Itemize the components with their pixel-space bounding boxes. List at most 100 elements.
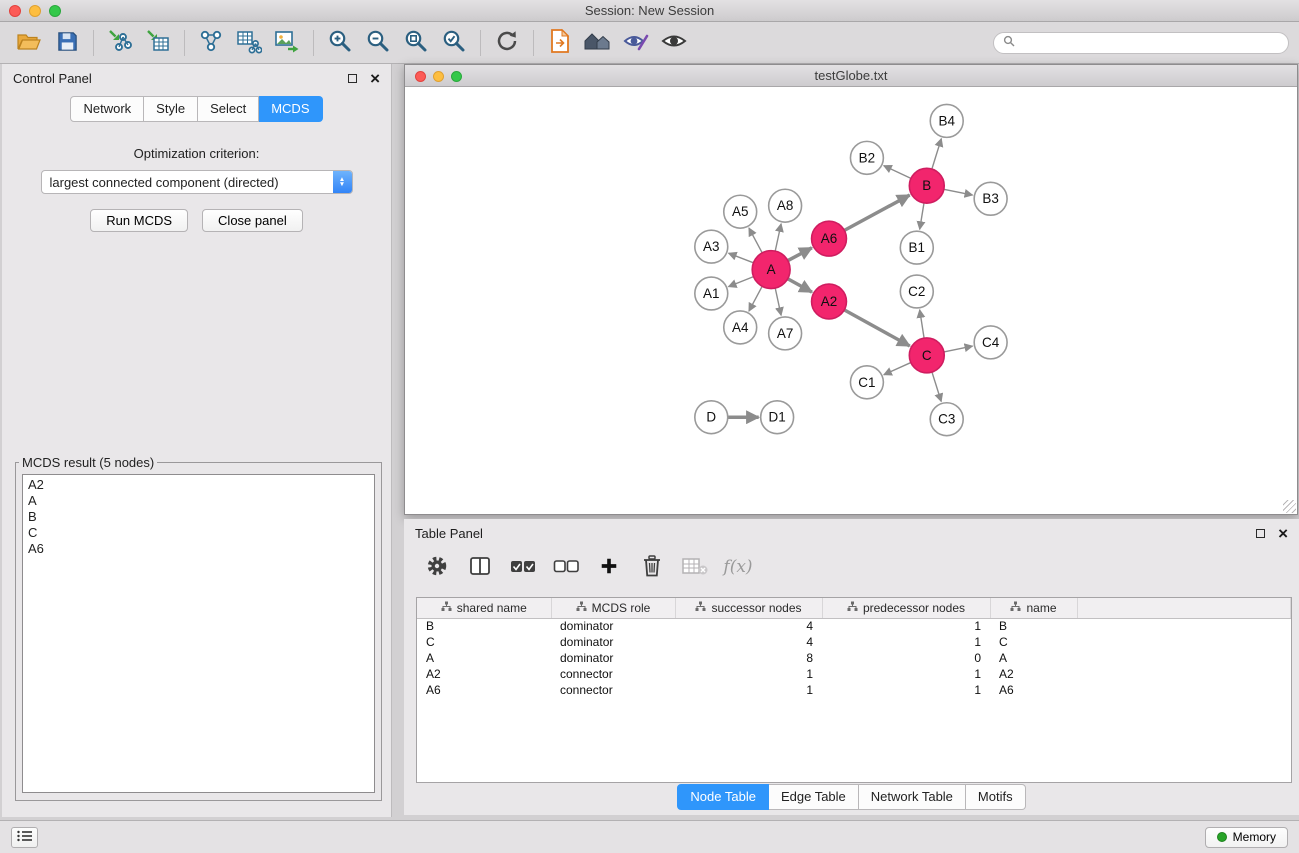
close-table-panel-icon[interactable]: ×: [1278, 525, 1288, 542]
criterion-dropdown[interactable]: largest connected component (directed) ▲…: [41, 170, 353, 194]
zoom-selected-button[interactable]: [435, 26, 473, 60]
result-item[interactable]: A6: [23, 541, 374, 557]
cell-predecessor-nodes[interactable]: 0: [822, 650, 990, 666]
node-A8[interactable]: A8: [769, 189, 802, 222]
node-C1[interactable]: C1: [850, 366, 883, 399]
column-header-shared-name[interactable]: shared name: [417, 598, 551, 618]
node-A7[interactable]: A7: [769, 317, 802, 350]
table-settings-button[interactable]: [420, 551, 454, 583]
node-C[interactable]: C: [909, 338, 944, 373]
edge-A6-B[interactable]: [844, 195, 909, 230]
edge-B-B4[interactable]: [932, 139, 941, 170]
save-session-button[interactable]: [48, 26, 86, 60]
delete-row-button[interactable]: [635, 551, 669, 583]
cell-name[interactable]: A2: [990, 666, 1077, 682]
column-header-MCDS-role[interactable]: MCDS role: [551, 598, 675, 618]
run-mcds-button[interactable]: Run MCDS: [90, 209, 188, 232]
cell-successor-nodes[interactable]: 8: [675, 650, 822, 666]
cell-name[interactable]: C: [990, 634, 1077, 650]
cell-MCDS-role[interactable]: dominator: [551, 650, 675, 666]
edge-A-A3[interactable]: [729, 253, 754, 263]
cell-successor-nodes[interactable]: 4: [675, 634, 822, 650]
new-table-button[interactable]: [230, 26, 268, 60]
edge-A-A1[interactable]: [728, 277, 753, 287]
edge-A2-C[interactable]: [844, 310, 909, 346]
cell-MCDS-role[interactable]: dominator: [551, 618, 675, 634]
table-row[interactable]: Bdominator41B: [417, 618, 1291, 634]
table-tab-node-table[interactable]: Node Table: [677, 784, 769, 810]
cell-shared-name[interactable]: A2: [417, 666, 551, 682]
cell-successor-nodes[interactable]: 1: [675, 666, 822, 682]
cell-shared-name[interactable]: A: [417, 650, 551, 666]
edge-B-B3[interactable]: [944, 189, 973, 195]
network-fullscreen-button[interactable]: [451, 71, 462, 82]
network-canvas[interactable]: B4B2BB3A8A5A6A3B1AC2A1A2A4A7C4CC1DD1C3: [405, 87, 1297, 514]
result-item[interactable]: C: [23, 525, 374, 541]
edge-B-B2[interactable]: [884, 166, 911, 179]
cell-predecessor-nodes[interactable]: 1: [822, 618, 990, 634]
table-row[interactable]: Adominator80A: [417, 650, 1291, 666]
network-minimize-button[interactable]: [433, 71, 444, 82]
resize-grip[interactable]: [1283, 500, 1296, 513]
cell-MCDS-role[interactable]: dominator: [551, 634, 675, 650]
fullscreen-window-button[interactable]: [49, 5, 61, 17]
edge-A-A2[interactable]: [788, 279, 812, 292]
table-tab-motifs[interactable]: Motifs: [966, 784, 1026, 810]
node-A3[interactable]: A3: [695, 230, 728, 263]
tab-style[interactable]: Style: [144, 96, 198, 122]
tab-network[interactable]: Network: [70, 96, 144, 122]
cell-name[interactable]: A6: [990, 682, 1077, 698]
zoom-in-button[interactable]: [321, 26, 359, 60]
node-A5[interactable]: A5: [724, 195, 757, 228]
cell-predecessor-nodes[interactable]: 1: [822, 634, 990, 650]
float-table-panel-icon[interactable]: [1256, 529, 1265, 538]
import-table-button[interactable]: [139, 26, 177, 60]
network-window[interactable]: testGlobe.txt B4B2BB3A8A5A6A3B1AC2A1A2A4…: [404, 64, 1298, 515]
edge-C-C1[interactable]: [884, 363, 911, 375]
deselect-all-button[interactable]: [549, 551, 583, 583]
table-tab-edge-table[interactable]: Edge Table: [769, 784, 859, 810]
column-header-predecessor-nodes[interactable]: predecessor nodes: [822, 598, 990, 618]
table-tab-network-table[interactable]: Network Table: [859, 784, 966, 810]
cell-predecessor-nodes[interactable]: 1: [822, 666, 990, 682]
cell-shared-name[interactable]: A6: [417, 682, 551, 698]
tab-select[interactable]: Select: [198, 96, 259, 122]
cell-shared-name[interactable]: C: [417, 634, 551, 650]
node-B4[interactable]: B4: [930, 104, 963, 137]
zoom-out-button[interactable]: [359, 26, 397, 60]
node-D1[interactable]: D1: [761, 401, 794, 434]
search-input[interactable]: [1020, 36, 1279, 50]
node-D[interactable]: D: [695, 401, 728, 434]
result-item[interactable]: A2: [23, 477, 374, 493]
node-B[interactable]: B: [909, 168, 944, 203]
close-panel-button[interactable]: Close panel: [202, 209, 303, 232]
node-C4[interactable]: C4: [974, 326, 1007, 359]
node-B3[interactable]: B3: [974, 182, 1007, 215]
table-row[interactable]: A2connector11A2: [417, 666, 1291, 682]
node-C3[interactable]: C3: [930, 403, 963, 436]
close-panel-icon[interactable]: ×: [370, 70, 380, 87]
node-B2[interactable]: B2: [850, 141, 883, 174]
node-A[interactable]: A: [752, 251, 790, 289]
edge-A-A8[interactable]: [775, 224, 781, 251]
select-all-button[interactable]: [506, 551, 540, 583]
node-C2[interactable]: C2: [900, 275, 933, 308]
node-A6[interactable]: A6: [812, 221, 847, 256]
eye-pen-button[interactable]: [617, 26, 655, 60]
add-row-button[interactable]: [592, 551, 626, 583]
table-row[interactable]: A6connector11A6: [417, 682, 1291, 698]
edge-C-C3[interactable]: [932, 372, 941, 402]
cell-successor-nodes[interactable]: 4: [675, 618, 822, 634]
new-network-button[interactable]: [192, 26, 230, 60]
app-titlebar[interactable]: Session: New Session: [0, 0, 1299, 22]
edge-A-A7[interactable]: [775, 288, 781, 315]
node-A2[interactable]: A2: [812, 284, 847, 319]
node-B1[interactable]: B1: [900, 231, 933, 264]
minimize-window-button[interactable]: [29, 5, 41, 17]
document-arrow-button[interactable]: [541, 26, 579, 60]
cell-predecessor-nodes[interactable]: 1: [822, 682, 990, 698]
double-home-button[interactable]: [579, 26, 617, 60]
result-item[interactable]: A: [23, 493, 374, 509]
cell-name[interactable]: B: [990, 618, 1077, 634]
network-close-button[interactable]: [415, 71, 426, 82]
